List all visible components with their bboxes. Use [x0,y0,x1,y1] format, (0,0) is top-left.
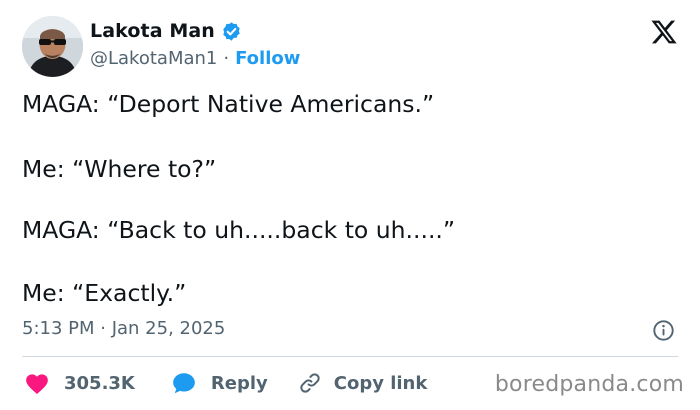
author-name-row: Lakota Man [90,20,242,42]
reply-label: Reply [210,372,268,394]
avatar[interactable] [22,16,83,77]
like-count: 305.3K [64,372,135,394]
copy-link-label: Copy link [333,372,428,394]
verified-badge-icon [221,21,242,42]
author-handle[interactable]: @LakotaMan1 [90,48,217,69]
tweet-line: Me: “Exactly.” [22,279,187,307]
tweet-line: MAGA: “Deport Native Americans.” [22,90,435,118]
author-display-name[interactable]: Lakota Man [90,20,215,42]
action-bar: 305.3K Reply Copy link [24,368,427,398]
heart-icon [24,371,50,395]
reply-bubble-icon [171,371,197,395]
like-button[interactable]: 305.3K [24,371,135,395]
copy-link-button[interactable]: Copy link [298,371,428,395]
tweet-line: Me: “Where to?” [22,155,217,183]
avatar-photo [22,16,83,77]
separator-dot: · [223,48,230,69]
tweet-line: MAGA: “Back to uh.....back to uh.....” [22,216,456,244]
info-icon[interactable] [652,319,675,342]
x-logo-icon[interactable] [650,18,678,46]
watermark: boredpanda.com [494,372,684,397]
divider [22,356,678,357]
tweet-timestamp[interactable]: 5:13 PM · Jan 25, 2025 [22,318,225,339]
reply-button[interactable]: Reply [171,371,268,395]
tweet-card: Lakota Man @LakotaMan1 · Follow MAGA: “D… [0,0,700,410]
follow-button[interactable]: Follow [235,48,300,69]
author-handle-row: @LakotaMan1 · Follow [90,48,300,69]
link-icon [298,371,322,395]
